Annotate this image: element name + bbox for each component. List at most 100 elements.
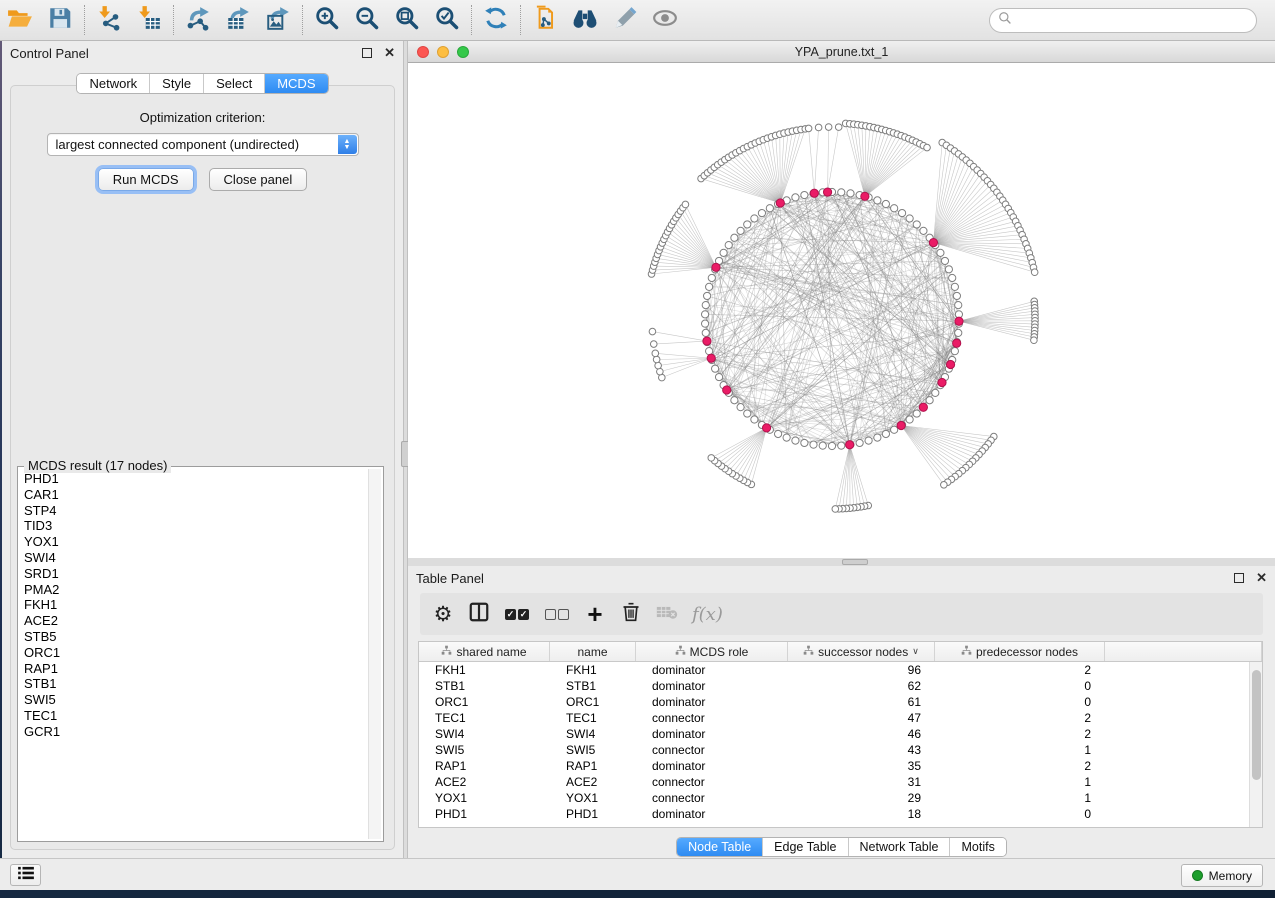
table-cell: 2 — [935, 662, 1105, 678]
unchecked-box-icon — [545, 609, 556, 620]
tab-style[interactable]: Style — [150, 74, 204, 93]
mcds-result-item[interactable]: GCR1 — [24, 724, 367, 740]
table-panel-titlebar: Table Panel ✕ — [408, 566, 1275, 590]
close-panel-icon[interactable]: ✕ — [384, 48, 395, 58]
task-history-button[interactable] — [10, 864, 41, 886]
table-row[interactable]: YOX1YOX1connector291 — [419, 790, 1262, 806]
table-row[interactable]: TEC1TEC1connector472 — [419, 710, 1262, 726]
search-input[interactable] — [1017, 11, 1256, 31]
mcds-result-item[interactable]: TID3 — [24, 518, 367, 534]
tab-network-table[interactable]: Network Table — [849, 838, 951, 856]
network-window-titlebar[interactable]: YPA_prune.txt_1 — [408, 41, 1275, 63]
search-network-button[interactable] — [565, 3, 605, 37]
tab-edge-table[interactable]: Edge Table — [763, 838, 848, 856]
table-row[interactable]: RAP1RAP1dominator352 — [419, 758, 1262, 774]
column-header[interactable]: shared name — [419, 642, 550, 661]
table-options-button[interactable]: ⚙ — [432, 601, 454, 627]
table-row[interactable]: ACE2ACE2connector311 — [419, 774, 1262, 790]
mcds-result-item[interactable]: ACE2 — [24, 613, 367, 629]
table-row[interactable]: ORC1ORC1dominator610 — [419, 694, 1262, 710]
zoom-fit-button[interactable] — [387, 3, 427, 37]
network-canvas[interactable] — [408, 63, 1275, 558]
column-header[interactable]: successor nodes∨ — [788, 642, 935, 661]
close-panel-button[interactable]: Close panel — [209, 168, 308, 191]
unselect-all-columns-button[interactable] — [544, 601, 570, 627]
mcds-result-item[interactable]: CAR1 — [24, 487, 367, 503]
table-cell: YOX1 — [550, 790, 636, 806]
import-table-button[interactable] — [129, 3, 169, 37]
show-columns-button[interactable] — [468, 601, 490, 627]
zoom-in-button[interactable] — [307, 3, 347, 37]
mcds-result-item[interactable]: STP4 — [24, 503, 367, 519]
float-window-icon[interactable] — [362, 48, 372, 58]
criterion-dropdown[interactable]: largest connected component (undirected)… — [47, 133, 359, 156]
table-cell: connector — [636, 774, 788, 790]
table-cell: SWI4 — [419, 726, 550, 742]
vizmap-button[interactable] — [605, 3, 645, 37]
tab-mcds[interactable]: MCDS — [265, 74, 327, 93]
float-window-icon[interactable] — [1234, 573, 1244, 583]
delete-table-button-disabled — [656, 601, 678, 627]
table-cell: 2 — [935, 758, 1105, 774]
table-cell: dominator — [636, 678, 788, 694]
table-header-row: shared namenameMCDS rolesuccessor nodes∨… — [419, 642, 1262, 662]
delete-column-button[interactable] — [620, 601, 642, 627]
mcds-result-item[interactable]: RAP1 — [24, 661, 367, 677]
tab-node-table[interactable]: Node Table — [677, 838, 763, 856]
tab-select[interactable]: Select — [204, 74, 265, 93]
table-cell: dominator — [636, 662, 788, 678]
mcds-list-scrollbar[interactable] — [368, 469, 381, 839]
mcds-result-item[interactable]: FKH1 — [24, 597, 367, 613]
mcds-result-item[interactable]: ORC1 — [24, 645, 367, 661]
horizontal-splitter[interactable] — [408, 558, 1275, 566]
mcds-result-item[interactable]: TEC1 — [24, 708, 367, 724]
mcds-result-item[interactable]: SRD1 — [24, 566, 367, 582]
table-row[interactable]: SWI5SWI5connector431 — [419, 742, 1262, 758]
mcds-result-item[interactable]: STB5 — [24, 629, 367, 645]
column-header[interactable]: name — [550, 642, 636, 661]
table-cell: 0 — [935, 806, 1105, 822]
zoom-selected-button[interactable] — [427, 3, 467, 37]
select-all-columns-button[interactable]: ✓ ✓ — [504, 601, 530, 627]
show-hide-button[interactable] — [645, 3, 685, 37]
save-session-button[interactable] — [40, 3, 80, 37]
network-from-document-button[interactable] — [525, 3, 565, 37]
mcds-result-item[interactable]: PMA2 — [24, 582, 367, 598]
mcds-result-item[interactable]: STB1 — [24, 676, 367, 692]
table-row[interactable]: PHD1PHD1dominator180 — [419, 806, 1262, 822]
tab-motifs[interactable]: Motifs — [950, 838, 1005, 856]
table-scrollbar[interactable] — [1249, 662, 1262, 827]
zoom-out-button[interactable] — [347, 3, 387, 37]
create-column-button[interactable]: + — [584, 601, 606, 627]
scrollbar-thumb[interactable] — [1252, 670, 1261, 780]
splitter-handle[interactable] — [842, 559, 868, 565]
run-mcds-button[interactable]: Run MCDS — [98, 168, 194, 191]
import-network-button[interactable] — [89, 3, 129, 37]
checked-box-icon: ✓ — [518, 609, 529, 620]
table-row[interactable]: FKH1FKH1dominator962 — [419, 662, 1262, 678]
control-panel-title: Control Panel — [10, 46, 362, 61]
table-cell: 29 — [788, 790, 935, 806]
table-cell: dominator — [636, 758, 788, 774]
node-table: shared namenameMCDS rolesuccessor nodes∨… — [418, 641, 1263, 828]
table-row[interactable]: SWI4SWI4dominator462 — [419, 726, 1262, 742]
column-header[interactable]: predecessor nodes — [935, 642, 1105, 661]
export-table-button[interactable] — [218, 3, 258, 37]
table-cell: FKH1 — [419, 662, 550, 678]
table-row[interactable]: STB1STB1dominator620 — [419, 678, 1262, 694]
mcds-result-item[interactable]: SWI5 — [24, 692, 367, 708]
refresh-button[interactable] — [476, 3, 516, 37]
open-file-button[interactable] — [0, 3, 40, 37]
memory-button[interactable]: Memory — [1181, 864, 1263, 887]
export-image-button[interactable] — [258, 3, 298, 37]
export-network-button[interactable] — [178, 3, 218, 37]
close-panel-icon[interactable]: ✕ — [1256, 573, 1267, 583]
column-header[interactable]: MCDS role — [636, 642, 788, 661]
network-search-box[interactable] — [989, 8, 1257, 33]
mcds-result-item[interactable]: YOX1 — [24, 534, 367, 550]
import-network-icon — [96, 5, 122, 36]
mcds-result-item[interactable]: PHD1 — [24, 471, 367, 487]
tab-network[interactable]: Network — [77, 74, 150, 93]
mcds-result-list[interactable]: PHD1CAR1STP4TID3YOX1SWI4SRD1PMA2FKH1ACE2… — [20, 471, 367, 839]
mcds-result-item[interactable]: SWI4 — [24, 550, 367, 566]
